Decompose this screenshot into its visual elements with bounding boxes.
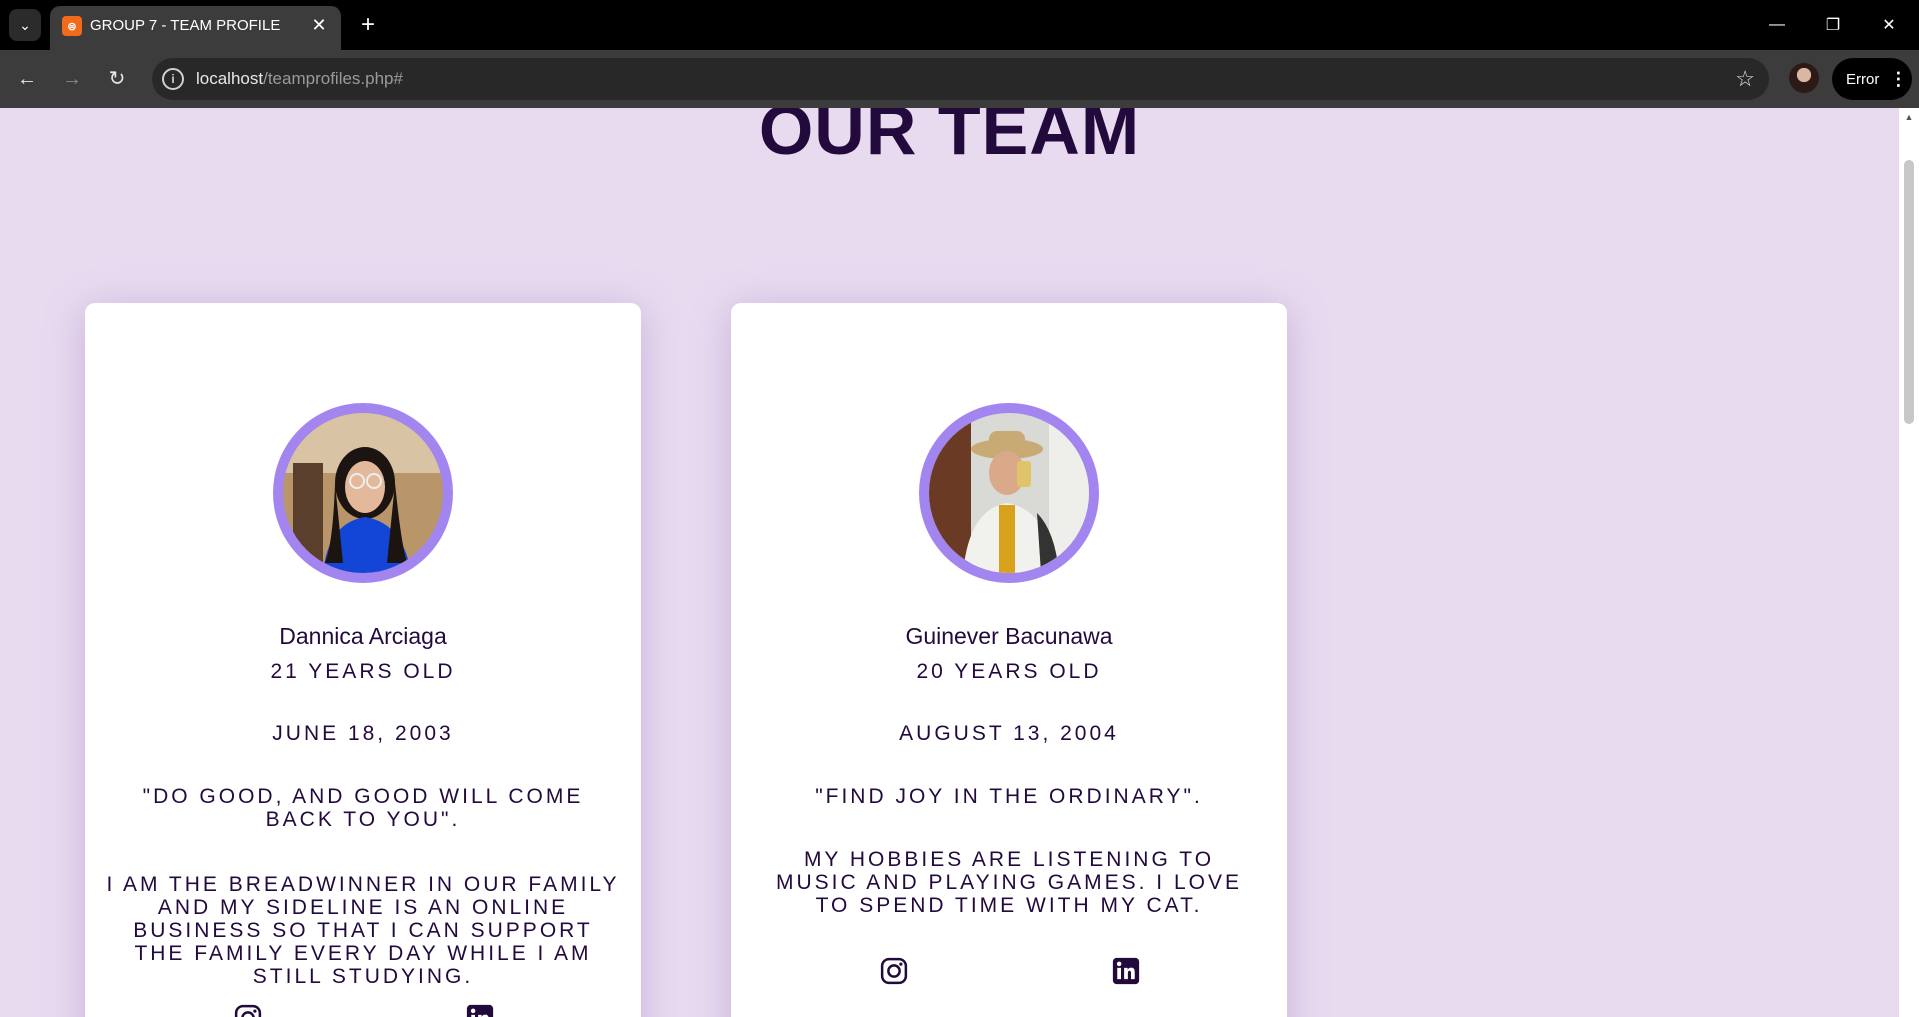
scroll-up-arrow-icon[interactable]: ▲ <box>1899 112 1919 126</box>
close-icon: ✕ <box>311 15 327 35</box>
member-quote: "DO GOOD, AND GOOD WILL COME BACK TO YOU… <box>142 785 584 831</box>
browser-titlebar: ⌄ ⊜ GROUP 7 - TEAM PROFILE ✕ + — ❐ ✕ <box>0 0 1919 50</box>
member-bio: I AM THE BREADWINNER IN OUR FAMILY AND M… <box>106 873 620 988</box>
vertical-scrollbar[interactable]: ▲ <box>1899 108 1919 1017</box>
plus-icon: + <box>360 11 375 38</box>
page-title: OUR TEAM <box>758 108 1141 169</box>
member-name: Guinever Bacunawa <box>905 623 1113 649</box>
linkedin-icon[interactable] <box>465 1003 495 1017</box>
browser-tab[interactable]: ⊜ GROUP 7 - TEAM PROFILE ✕ <box>50 6 341 50</box>
member-name: Dannica Arciaga <box>279 623 447 649</box>
restore-icon: ❐ <box>1825 17 1841 34</box>
info-icon[interactable]: i <box>162 68 184 90</box>
member-bio: MY HOBBIES ARE LISTENING TO MUSIC AND PL… <box>775 848 1243 917</box>
member-birthday: JUNE 18, 2003 <box>272 722 454 745</box>
member-age: 20 YEARS OLD <box>916 660 1102 683</box>
arrow-left-icon: ← <box>17 68 37 90</box>
window-close-button[interactable]: ✕ <box>1861 0 1917 50</box>
member-photo-image <box>929 413 1089 573</box>
member-photo-image <box>283 413 443 573</box>
back-button[interactable]: ← <box>9 61 45 97</box>
address-bar[interactable]: i localhost/teamprofiles.php# ☆ <box>152 58 1769 100</box>
browser-toolbar: ← → ↻ i localhost/teamprofiles.php# ☆ Er… <box>0 50 1919 108</box>
tab-close-button[interactable]: ✕ <box>307 13 331 37</box>
chevron-down-icon: ⌄ <box>19 16 31 33</box>
restore-button[interactable]: ❐ <box>1805 0 1861 50</box>
minimize-icon: — <box>1769 16 1785 33</box>
reload-button[interactable]: ↻ <box>99 61 135 97</box>
instagram-icon[interactable] <box>879 956 909 986</box>
arrow-right-icon: → <box>62 68 82 90</box>
bookmark-star-icon[interactable]: ☆ <box>1735 66 1755 92</box>
xampp-favicon-icon: ⊜ <box>62 16 82 36</box>
tab-search-button[interactable]: ⌄ <box>9 9 41 41</box>
member-quote: "FIND JOY IN THE ORDINARY". <box>815 785 1203 808</box>
scrollbar-thumb[interactable] <box>1904 160 1914 424</box>
team-member-card: Dannica Arciaga 21 YEARS OLD JUNE 18, 20… <box>85 303 641 1017</box>
member-photo <box>273 403 453 583</box>
url-text[interactable]: localhost/teamprofiles.php# <box>196 69 403 89</box>
more-vertical-icon: ⋮ <box>1889 68 1908 89</box>
url-path: /teamprofiles.php# <box>263 69 403 88</box>
forward-button[interactable]: → <box>54 61 90 97</box>
error-button[interactable]: Error ⋮ <box>1832 58 1912 100</box>
tab-title: GROUP 7 - TEAM PROFILE <box>90 17 281 34</box>
linkedin-icon[interactable] <box>1111 956 1141 986</box>
close-icon: ✕ <box>1882 17 1896 34</box>
member-photo <box>919 403 1099 583</box>
team-member-card: Guinever Bacunawa 20 YEARS OLD AUGUST 13… <box>731 303 1287 1017</box>
reload-icon: ↻ <box>108 68 126 90</box>
member-age: 21 YEARS OLD <box>270 660 456 683</box>
url-host: localhost <box>196 69 264 88</box>
error-label: Error <box>1846 70 1880 88</box>
page-content: OUR TEAM Dannica Arciaga 21 YEARS OLD JU… <box>0 108 1899 1017</box>
profile-avatar[interactable] <box>1789 63 1819 93</box>
member-birthday: AUGUST 13, 2004 <box>899 722 1119 745</box>
minimize-button[interactable]: — <box>1749 0 1805 50</box>
instagram-icon[interactable] <box>233 1003 263 1017</box>
new-tab-button[interactable]: + <box>352 9 384 41</box>
